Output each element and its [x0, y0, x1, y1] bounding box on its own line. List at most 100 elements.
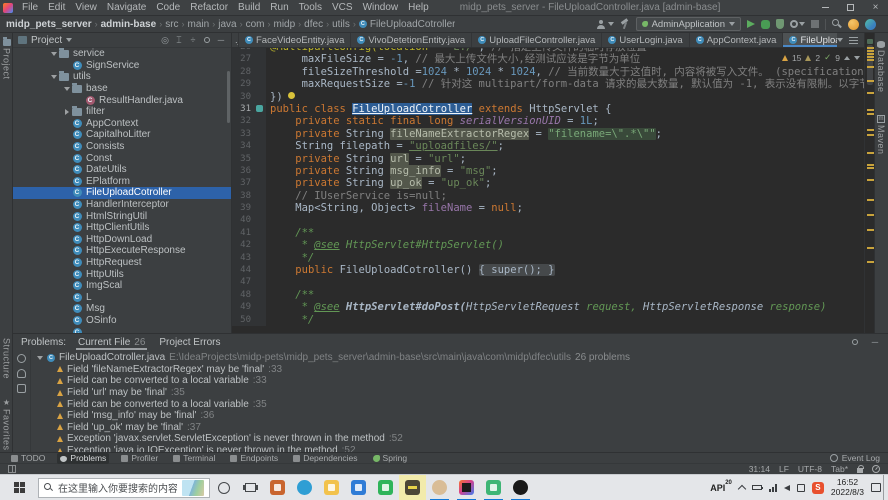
- chevron-down-icon[interactable]: [51, 74, 57, 79]
- code-line[interactable]: 43 */: [232, 251, 864, 265]
- taskbar-search-input[interactable]: 在这里输入你要搜索的内容: [38, 477, 210, 498]
- breadcrumb-item[interactable]: src: [165, 19, 178, 30]
- code-line[interactable]: 44 public FileUploadCotroller() { super(…: [232, 264, 864, 277]
- chevron-down-icon[interactable]: [66, 38, 73, 42]
- tree-item[interactable]: C HttpClientUtils: [13, 222, 231, 234]
- tool-stripe-favorites[interactable]: ★ Favorites: [0, 398, 13, 451]
- menu-tools[interactable]: Tools: [294, 2, 327, 13]
- taskbar-app-tan-circle-app[interactable]: [426, 475, 453, 500]
- tree-item[interactable]: C Consists: [13, 141, 231, 153]
- coverage-button[interactable]: [776, 19, 784, 29]
- problem-row[interactable]: Field can be converted to a local variab…: [31, 398, 888, 410]
- expand-all-icon[interactable]: ⌶: [174, 35, 184, 45]
- breadcrumb-item[interactable]: main: [188, 19, 210, 30]
- taskbar-app-black-circle-app[interactable]: [507, 475, 534, 500]
- tree-item[interactable]: C HandlerInterceptor: [13, 199, 231, 211]
- breadcrumb-item[interactable]: dfec: [304, 19, 323, 30]
- tool-window-button-problems[interactable]: Problems: [57, 452, 110, 464]
- next-issue-icon[interactable]: [854, 55, 860, 60]
- tool-window-button-endpoints[interactable]: Endpoints: [227, 453, 281, 464]
- code-line[interactable]: 50 */: [232, 313, 864, 326]
- code-line[interactable]: 32 private static final long serialVersi…: [232, 115, 864, 128]
- cortana-button[interactable]: [210, 475, 237, 500]
- tree-item[interactable]: C FileUploadCotroller: [13, 187, 231, 199]
- toolwindow-switcher-icon[interactable]: [8, 465, 16, 473]
- project-panel-title[interactable]: Project: [31, 35, 62, 46]
- class-gutter-marker-icon[interactable]: [256, 105, 263, 113]
- tool-window-button-profiler[interactable]: Profiler: [118, 453, 161, 464]
- prev-issue-icon[interactable]: [844, 55, 850, 60]
- indent-style[interactable]: Tab*: [831, 464, 848, 474]
- battery-icon[interactable]: [751, 485, 764, 490]
- tree-item[interactable]: C EPlatform: [13, 176, 231, 188]
- code-line[interactable]: 35 private String url = "url";: [232, 152, 864, 165]
- code-line[interactable]: 42 * @see HttpServlet#HttpServlet(): [232, 239, 864, 252]
- locate-file-icon[interactable]: ◎: [160, 35, 170, 45]
- warning-stripe-mark[interactable]: [866, 261, 874, 263]
- tree-item[interactable]: C Msg: [13, 303, 231, 315]
- menu-view[interactable]: View: [70, 2, 102, 13]
- problem-row[interactable]: Field 'msg_info' may be 'final':36: [31, 410, 888, 422]
- code-line[interactable]: 30}): [232, 90, 864, 103]
- menu-vcs[interactable]: VCS: [327, 2, 358, 13]
- intention-bulb-icon[interactable]: [287, 92, 295, 100]
- menu-run[interactable]: Run: [265, 2, 293, 13]
- tree-item[interactable]: C HttpDownLoad: [13, 234, 231, 246]
- tree-item[interactable]: C HttpRequest: [13, 257, 231, 269]
- breadcrumb-item[interactable]: admin-base: [101, 19, 157, 30]
- menu-file[interactable]: File: [17, 2, 43, 13]
- code-line[interactable]: 41 /**: [232, 226, 864, 240]
- lock-icon[interactable]: [857, 464, 864, 473]
- code-line[interactable]: 33 private String fileNameExtractorRegex…: [232, 127, 864, 141]
- line-ending[interactable]: LF: [779, 464, 789, 474]
- menu-navigate[interactable]: Navigate: [102, 2, 151, 13]
- tree-item[interactable]: C Const: [13, 152, 231, 164]
- show-desktop-button[interactable]: [883, 474, 888, 500]
- tray-extra-icon[interactable]: [796, 483, 805, 492]
- chevron-down-icon[interactable]: [51, 51, 57, 56]
- tree-item[interactable]: base: [13, 82, 231, 95]
- warning-stripe-mark[interactable]: [866, 66, 874, 68]
- chevron-down-icon[interactable]: [64, 86, 70, 91]
- action-center-icon[interactable]: [871, 483, 881, 492]
- settings-gear-icon[interactable]: [202, 35, 212, 45]
- memory-gauge-icon[interactable]: [872, 465, 880, 473]
- breadcrumb-item[interactable]: utils: [332, 19, 350, 30]
- warning-stripe-mark[interactable]: [866, 109, 874, 111]
- taskbar-app-intellij-idea[interactable]: [453, 475, 480, 500]
- tree-item[interactable]: utils: [13, 70, 231, 83]
- file-encoding[interactable]: UTF-8: [798, 464, 822, 474]
- hide-panel-icon[interactable]: ─: [216, 35, 226, 45]
- search-highlight-image[interactable]: [182, 479, 204, 496]
- menu-help[interactable]: Help: [403, 2, 434, 13]
- breadcrumb-item[interactable]: midp: [273, 19, 295, 30]
- tabs-list-icon[interactable]: [849, 36, 858, 44]
- tool-stripe-maven[interactable]: m Maven: [876, 115, 886, 155]
- tab-current-file[interactable]: Current File 26: [76, 334, 147, 350]
- debug-button[interactable]: [761, 19, 770, 29]
- menu-build[interactable]: Build: [233, 2, 265, 13]
- minimize-button[interactable]: [813, 0, 838, 16]
- inspection-widget[interactable]: 15 2 ✓ 9: [781, 52, 860, 63]
- task-view-button[interactable]: [237, 475, 264, 500]
- code-line[interactable]: 34 String filepath = "uploadfiles/";: [232, 140, 864, 153]
- tree-item[interactable]: CL: [13, 291, 231, 303]
- tool-stripe-project[interactable]: Project: [0, 37, 13, 80]
- editor-tab[interactable]: C FaceVideoEntity.java: [239, 33, 352, 47]
- search-everywhere-icon[interactable]: [832, 19, 842, 29]
- code-line[interactable]: 47: [232, 276, 864, 289]
- problems-hide-icon[interactable]: ─: [870, 337, 880, 347]
- warning-stripe-mark[interactable]: [866, 56, 874, 58]
- stop-button[interactable]: [811, 20, 819, 28]
- menu-code[interactable]: Code: [151, 2, 185, 13]
- problem-row[interactable]: Field 'fileNameExtractorRegex' may be 'f…: [31, 364, 888, 376]
- warning-stripe-mark[interactable]: [866, 47, 874, 49]
- event-log-button[interactable]: Event Log: [829, 453, 880, 463]
- problems-settings-gear-icon[interactable]: [850, 337, 860, 347]
- warning-stripe-mark[interactable]: [866, 92, 874, 94]
- editor-tab[interactable]: C UserLogin.java: [602, 33, 690, 47]
- tab-project-errors[interactable]: Project Errors: [157, 334, 222, 350]
- taskbar-app-edge-browser[interactable]: [291, 475, 318, 500]
- menu-edit[interactable]: Edit: [43, 2, 70, 13]
- tree-item[interactable]: C AppContext: [13, 118, 231, 130]
